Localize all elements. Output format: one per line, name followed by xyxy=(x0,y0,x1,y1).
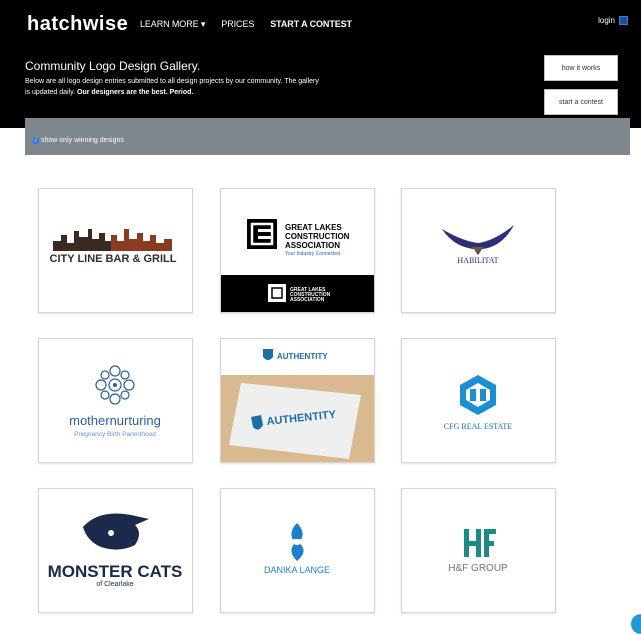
filter-bar: ✓ show only winning designs xyxy=(25,118,630,155)
start-contest-button[interactable]: start a contest xyxy=(544,89,618,115)
gallery-tile-authentity[interactable]: AUTHENTITY AUTHENTITY xyxy=(220,338,375,463)
great-lakes-inv-line-3: ASSOCIATION xyxy=(290,297,325,303)
mothernurturing-tagline: Pregnancy Birth Parenthood xyxy=(74,431,156,438)
description-emphasis: Our designers are the best. Period. xyxy=(77,89,194,96)
nav-start-contest[interactable]: START A CONTEST xyxy=(270,19,352,30)
gallery-tile-danika-lange[interactable]: DANIKA LANGE xyxy=(220,488,375,613)
authentity-header-text: AUTHENTITY xyxy=(277,352,328,361)
great-lakes-logo: GREAT LAKES CONSTRUCTION ASSOCIATION You… xyxy=(221,219,374,312)
chat-widget-icon[interactable] xyxy=(631,614,641,634)
brand-logo[interactable]: hatchwise xyxy=(27,13,128,36)
header: hatchwise LEARN MORE ▾ PRICES START A CO… xyxy=(0,0,641,128)
monster-cats-tagline: of Clearlake xyxy=(96,581,133,588)
danika-lange-logo: DANIKA LANGE xyxy=(264,523,330,575)
page-title: Community Logo Design Gallery. xyxy=(25,59,201,73)
login-icon xyxy=(619,16,628,25)
how-it-works-button[interactable]: how it works xyxy=(544,55,618,81)
nav-prices[interactable]: PRICES xyxy=(221,19,254,30)
great-lakes-line-3: ASSOCIATION xyxy=(285,241,340,250)
gallery-tile-hf-group[interactable]: H&F GROUP xyxy=(401,488,556,613)
hf-group-text: H&F GROUP xyxy=(448,563,508,574)
monster-cats-text: MONSTER CATS xyxy=(48,562,183,581)
login-link[interactable]: login xyxy=(598,16,628,25)
great-lakes-line-1: GREAT LAKES xyxy=(285,223,342,232)
winning-filter[interactable]: ✓ show only winning designs xyxy=(33,137,124,144)
mothernurturing-logo: mothernurturing Pregnancy Birth Parentho… xyxy=(69,365,161,438)
gallery-tile-cfg[interactable]: CFG REAL ESTATE xyxy=(401,338,556,463)
winning-filter-label: show only winning designs xyxy=(41,137,124,144)
habilitat-logo: HABILITAT xyxy=(442,225,514,265)
cfg-text: CFG REAL ESTATE xyxy=(444,422,513,431)
danika-lange-text: DANIKA LANGE xyxy=(264,565,330,575)
checkbox-icon[interactable]: ✓ xyxy=(33,137,39,144)
gallery-tile-great-lakes[interactable]: GREAT LAKES CONSTRUCTION ASSOCIATION You… xyxy=(220,188,375,313)
authentity-logo: AUTHENTITY AUTHENTITY xyxy=(221,339,374,462)
city-line-text: CITY LINE BAR & GRILL xyxy=(50,253,177,265)
great-lakes-line-2: CONSTRUCTION xyxy=(285,232,350,241)
monster-cats-logo: MONSTER CATS of Clearlake xyxy=(48,513,183,588)
city-line-logo: CITY LINE BAR & GRILL xyxy=(50,229,177,265)
cfg-logo: CFG REAL ESTATE xyxy=(444,375,513,431)
nav-learn-more[interactable]: LEARN MORE ▾ xyxy=(140,19,205,30)
great-lakes-tagline: Your Industry Connected xyxy=(285,251,340,257)
login-label: login xyxy=(598,16,615,25)
gallery-tile-habilitat[interactable]: HABILITAT xyxy=(401,188,556,313)
hf-group-logo: H&F GROUP xyxy=(448,529,508,574)
mothernurturing-text: mothernurturing xyxy=(69,413,161,428)
main-nav: LEARN MORE ▾ PRICES START A CONTEST xyxy=(140,19,352,30)
page-description: Below are all logo design entries submit… xyxy=(25,76,325,98)
gallery-tile-city-line[interactable]: CITY LINE BAR & GRILL xyxy=(38,188,193,313)
gallery-tile-monster-cats[interactable]: MONSTER CATS of Clearlake xyxy=(38,488,193,613)
habilitat-text: HABILITAT xyxy=(457,256,498,265)
gallery-tile-mothernurturing[interactable]: mothernurturing Pregnancy Birth Parentho… xyxy=(38,338,193,463)
